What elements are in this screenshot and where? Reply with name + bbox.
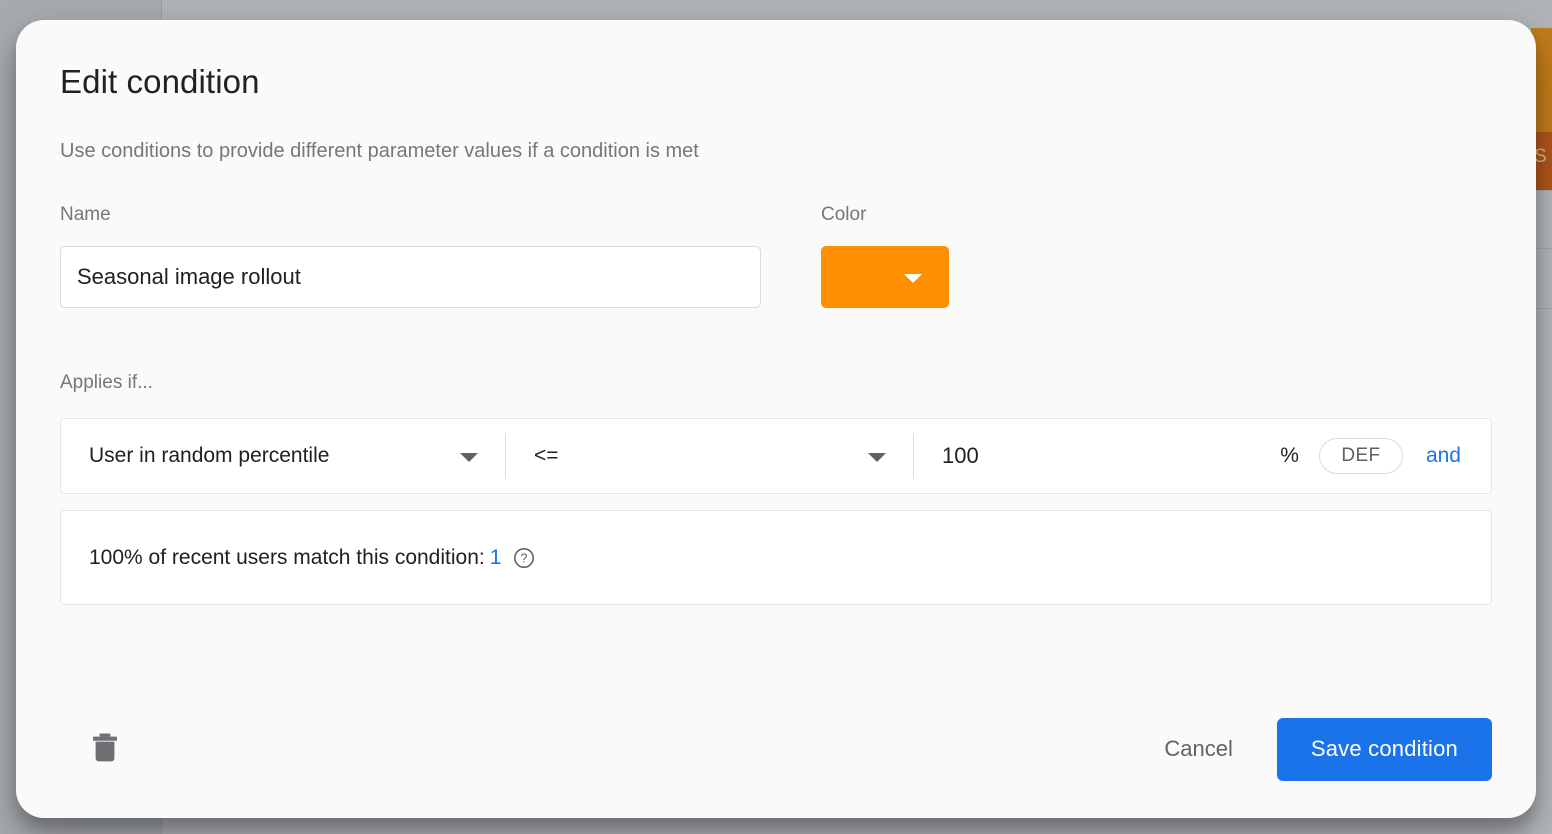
color-swatch-button[interactable] bbox=[821, 246, 949, 308]
help-circle-icon[interactable]: ? bbox=[512, 546, 536, 570]
color-label: Color bbox=[821, 205, 949, 224]
chevron-down-icon bbox=[868, 453, 886, 462]
condition-type-select[interactable]: User in random percentile bbox=[61, 419, 505, 493]
match-result-box: 100% of recent users match this conditio… bbox=[60, 510, 1492, 605]
condition-operator-value: <= bbox=[534, 444, 559, 468]
condition-unit-label: % bbox=[1280, 444, 1299, 468]
name-label: Name bbox=[60, 205, 790, 224]
condition-name-input[interactable] bbox=[60, 246, 761, 308]
save-condition-button[interactable]: Save condition bbox=[1277, 718, 1492, 781]
edit-condition-dialog: Edit condition Use conditions to provide… bbox=[16, 20, 1536, 818]
add-and-condition-button[interactable]: and bbox=[1426, 444, 1461, 468]
delete-condition-button[interactable] bbox=[90, 731, 120, 768]
condition-operator-select[interactable]: <= bbox=[506, 419, 913, 493]
chevron-down-icon bbox=[904, 274, 922, 283]
condition-value-wrap: % DEF and bbox=[914, 419, 1491, 493]
dialog-subtitle: Use conditions to provide different para… bbox=[60, 139, 1492, 163]
default-value-chip[interactable]: DEF bbox=[1319, 438, 1403, 474]
trash-icon bbox=[90, 731, 120, 768]
color-field-group: Color bbox=[821, 205, 949, 313]
name-color-row: Name Color bbox=[60, 205, 1492, 313]
name-field-group: Name bbox=[60, 205, 790, 308]
condition-value-input[interactable] bbox=[942, 443, 1122, 469]
match-result-text: 100% of recent users match this conditio… bbox=[89, 546, 485, 570]
match-result-count[interactable]: 1 bbox=[490, 546, 502, 570]
applies-if-label: Applies if... bbox=[60, 373, 1492, 392]
svg-text:?: ? bbox=[521, 551, 528, 565]
dialog-title: Edit condition bbox=[60, 64, 1492, 100]
cancel-button[interactable]: Cancel bbox=[1150, 726, 1246, 772]
footer-actions: Cancel Save condition bbox=[1150, 718, 1492, 781]
condition-type-value: User in random percentile bbox=[89, 444, 329, 468]
condition-row: User in random percentile <= % DEF and bbox=[60, 418, 1492, 494]
dialog-footer: Cancel Save condition bbox=[60, 680, 1492, 818]
chevron-down-icon bbox=[460, 453, 478, 462]
